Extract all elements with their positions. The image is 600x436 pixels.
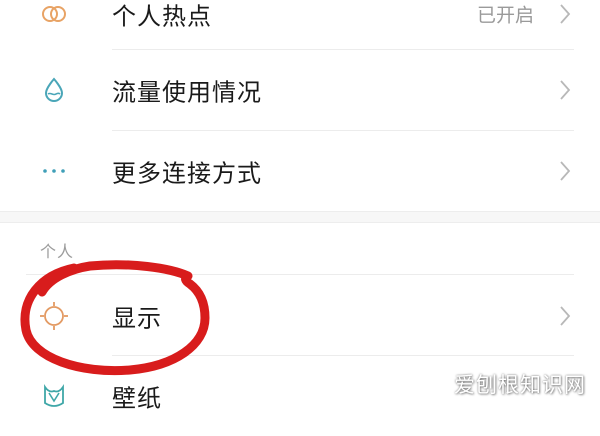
settings-item-label: 流量使用情况 (112, 78, 262, 107)
settings-item-label: 个人热点 (112, 2, 212, 31)
wallpaper-icon (38, 380, 70, 412)
section-separator (0, 211, 600, 223)
display-sun-icon (38, 300, 70, 332)
chevron-right-icon (560, 306, 571, 326)
settings-item-display[interactable]: 显示 (0, 276, 600, 356)
hotspot-icon (38, 0, 70, 30)
settings-item-data-usage[interactable]: 流量使用情况 (0, 50, 600, 130)
chevron-right-icon (560, 80, 571, 100)
chevron-right-icon (560, 161, 571, 181)
data-usage-icon (38, 74, 70, 106)
section-header-personal: 个人 (40, 242, 75, 261)
settings-item-label: 壁纸 (112, 384, 162, 413)
settings-item-label: 更多连接方式 (112, 159, 262, 188)
chevron-right-icon (560, 4, 571, 24)
watermark-text: 爱刨根知识网 (454, 373, 586, 397)
settings-item-label: 显示 (112, 304, 162, 333)
settings-item-value: 已开启 (476, 4, 534, 27)
settings-item-more-connections[interactable]: 更多连接方式 (0, 131, 600, 211)
divider (26, 274, 574, 275)
more-dots-icon (38, 155, 70, 187)
settings-item-hotspot[interactable]: 个人热点 已开启 (0, 0, 600, 54)
